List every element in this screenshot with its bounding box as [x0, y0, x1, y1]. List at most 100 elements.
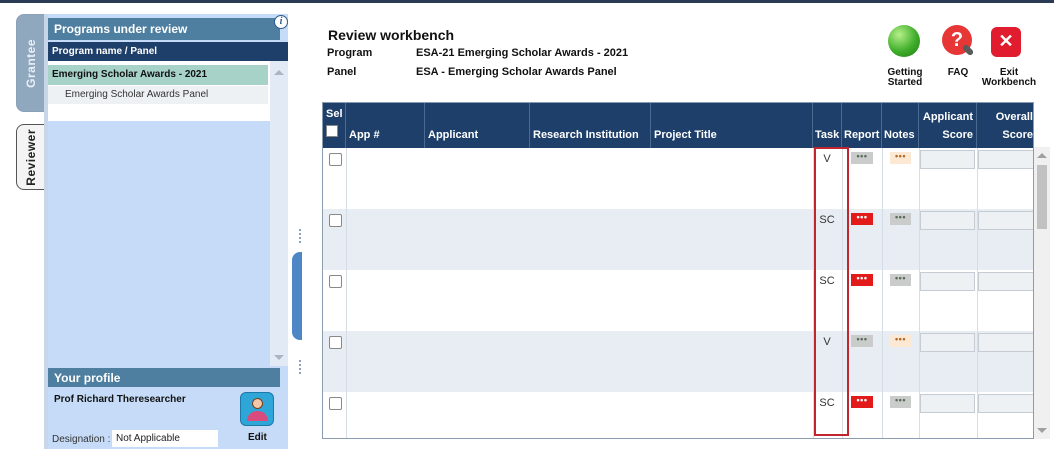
col-institution[interactable]: Research Institution — [530, 103, 651, 148]
row-select-checkbox[interactable] — [329, 153, 342, 166]
tab-grantee[interactable]: Grantee — [16, 14, 46, 112]
programs-header: Programs under review — [48, 18, 280, 40]
col-report[interactable]: Report — [842, 103, 882, 148]
notes-button[interactable]: ••• — [890, 396, 911, 408]
overall-score-field[interactable] — [978, 150, 1033, 169]
profile-name: Prof Richard Theresearcher — [54, 394, 186, 405]
col-overall-score-label-2: Score — [1002, 129, 1033, 141]
table-row[interactable]: SC ••• ••• — [323, 270, 1033, 331]
col-app-no-label: App # — [349, 129, 380, 141]
col-notes-label: Notes — [884, 129, 915, 141]
grid-scroll-thumb[interactable] — [1037, 165, 1047, 229]
row-select-checkbox[interactable] — [329, 214, 342, 227]
column-divider — [346, 148, 347, 438]
panel-collapse-handle[interactable] — [292, 252, 302, 340]
applicant-score-field[interactable] — [920, 394, 975, 413]
column-divider — [882, 148, 883, 438]
col-applicant-score-label-2: Score — [942, 129, 973, 141]
col-overall-score[interactable]: Overall Score — [977, 103, 1033, 148]
report-button[interactable]: ••• — [851, 152, 873, 164]
applicant-score-field[interactable] — [920, 272, 975, 291]
exit-label-2: Workbench — [981, 77, 1037, 88]
col-applicant-score[interactable]: Applicant Score — [919, 103, 977, 148]
grid-body: SC ••• ••• V ••• ••• SC ••• ••• SC ••• ••• V ••• ••• — [323, 148, 1033, 438]
report-button[interactable]: ••• — [851, 213, 873, 225]
designation-field[interactable]: Not Applicable — [112, 430, 218, 447]
applicant-score-field[interactable] — [920, 150, 975, 169]
col-institution-label: Research Institution — [533, 129, 639, 141]
col-applicant-score-label-1: Applicant — [922, 111, 973, 123]
programs-scrollbar[interactable] — [270, 61, 288, 366]
col-sel: Sel — [323, 103, 346, 148]
overall-score-field[interactable] — [978, 211, 1033, 230]
getting-started-icon[interactable] — [888, 25, 920, 57]
exit-icon[interactable]: ✕ — [991, 27, 1021, 57]
review-grid: Sel App # Applicant Research Institution… — [322, 102, 1034, 439]
tab-reviewer[interactable]: Reviewer — [16, 124, 46, 190]
grid-header: Sel App # Applicant Research Institution… — [323, 103, 1033, 148]
getting-started-label-2: Started — [887, 77, 923, 88]
col-report-label: Report — [844, 129, 880, 141]
panel-label: Panel — [327, 66, 357, 78]
profile-header: Your profile — [48, 368, 280, 387]
row-select-checkbox[interactable] — [329, 397, 342, 410]
program-value: ESA-21 Emerging Scholar Awards - 2021 — [416, 47, 629, 59]
grid-scroll-up-icon[interactable] — [1037, 153, 1047, 158]
programs-panel: Programs under review i Program name / P… — [48, 14, 301, 449]
top-border — [0, 0, 1054, 3]
col-task[interactable]: Task — [813, 103, 842, 148]
overall-score-field[interactable] — [978, 272, 1033, 291]
column-divider — [919, 148, 920, 438]
splitter-grip-icon[interactable] — [299, 360, 301, 374]
row-select-checkbox[interactable] — [329, 336, 342, 349]
table-row[interactable]: V ••• ••• — [323, 331, 1033, 392]
task-column-highlight — [814, 147, 849, 436]
table-row[interactable]: SC ••• ••• — [323, 392, 1033, 438]
overall-score-field[interactable] — [978, 394, 1033, 413]
table-row[interactable]: V ••• ••• — [323, 148, 1033, 209]
edit-profile-button[interactable] — [240, 392, 274, 426]
notes-button[interactable]: ••• — [890, 335, 911, 347]
user-avatar-body-icon — [247, 411, 268, 421]
notes-button[interactable]: ••• — [890, 213, 911, 225]
program-item[interactable]: Emerging Scholar Awards - 2021 — [48, 65, 268, 85]
grid-scroll-down-icon[interactable] — [1037, 428, 1047, 433]
col-applicant[interactable]: Applicant — [425, 103, 530, 148]
notes-button[interactable]: ••• — [890, 274, 911, 286]
user-avatar-icon — [252, 398, 263, 409]
applicant-score-field[interactable] — [920, 211, 975, 230]
faq-button[interactable]: FAQ — [944, 68, 972, 78]
exit-workbench-button[interactable]: Exit Workbench — [980, 68, 1038, 88]
report-button[interactable]: ••• — [851, 274, 873, 286]
programs-column-header: Program name / Panel — [48, 42, 288, 61]
row-select-checkbox[interactable] — [329, 275, 342, 288]
faq-icon[interactable]: ? — [942, 25, 972, 55]
panel-value: ESA - Emerging Scholar Awards Panel — [416, 66, 617, 78]
tab-grantee-label: Grantee — [24, 38, 38, 88]
getting-started-button[interactable]: Getting Started — [882, 68, 928, 88]
col-project-title-label: Project Title — [654, 129, 717, 141]
splitter-grip-icon[interactable] — [299, 229, 301, 243]
notes-button[interactable]: ••• — [890, 152, 911, 164]
col-project-title[interactable]: Project Title — [651, 103, 813, 148]
select-all-checkbox[interactable] — [326, 125, 338, 137]
edit-profile-label[interactable]: Edit — [248, 432, 267, 443]
col-overall-score-label-1: Overall — [995, 111, 1033, 123]
designation-label: Designation : — [52, 434, 111, 445]
scroll-up-icon[interactable] — [274, 70, 284, 75]
panel-item[interactable]: Emerging Scholar Awards Panel — [48, 86, 268, 104]
page-title: Review workbench — [328, 27, 455, 43]
table-row[interactable]: SC ••• ••• — [323, 209, 1033, 270]
info-icon[interactable]: i — [274, 15, 288, 29]
scroll-down-icon[interactable] — [274, 355, 284, 360]
col-notes[interactable]: Notes — [882, 103, 919, 148]
report-button[interactable]: ••• — [851, 396, 873, 408]
faq-label: FAQ — [947, 67, 969, 78]
col-app-no[interactable]: App # — [346, 103, 425, 148]
overall-score-field[interactable] — [978, 333, 1033, 352]
col-applicant-label: Applicant — [428, 129, 479, 141]
report-button[interactable]: ••• — [851, 335, 873, 347]
grid-scrollbar[interactable] — [1034, 147, 1050, 439]
tab-reviewer-label: Reviewer — [24, 128, 38, 186]
applicant-score-field[interactable] — [920, 333, 975, 352]
